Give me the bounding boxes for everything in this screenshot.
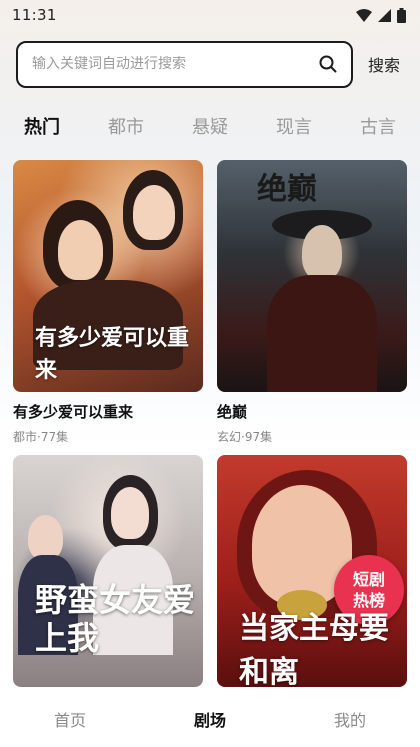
search-button[interactable]: 搜索 <box>368 52 400 76</box>
drama-meta: 玄幻·97集 <box>217 430 273 444</box>
poster-title-art: 绝巅 <box>257 172 317 207</box>
drama-card[interactable]: 有多少爱可以重来 有多少爱可以重来 都市·77集 <box>13 160 203 445</box>
badge-line-1: 短剧 <box>352 570 385 589</box>
poster-figure <box>133 185 175 240</box>
poster-figure <box>302 225 342 280</box>
nav-profile[interactable]: 我的 <box>290 707 410 731</box>
category-tabs: 热门 都市 悬疑 现言 古言 <box>0 108 420 144</box>
tab-hot[interactable]: 热门 <box>24 113 60 139</box>
search-icon[interactable] <box>317 53 339 75</box>
drama-card[interactable]: 短剧 热榜 当家主母要和离 <box>217 455 407 687</box>
status-time: 11:31 <box>12 6 57 24</box>
search-bar: 搜索 <box>0 40 420 88</box>
signal-icon <box>378 8 391 22</box>
drama-poster[interactable]: 野蛮女友爱上我 <box>13 455 203 687</box>
status-bar: 11:31 <box>0 0 420 30</box>
drama-card[interactable]: 野蛮女友爱上我 <box>13 455 203 687</box>
poster-figure <box>111 487 149 539</box>
drama-poster[interactable]: 绝巅 <box>217 160 407 392</box>
bottom-nav: 首页 剧场 我的 <box>0 690 420 747</box>
search-box[interactable] <box>16 40 353 88</box>
search-input[interactable] <box>32 56 317 72</box>
nav-theater[interactable]: 剧场 <box>150 707 270 731</box>
tab-modern-romance[interactable]: 现言 <box>276 113 312 139</box>
poster-title-art: 当家主母要和离 <box>239 611 389 687</box>
drama-grid: 有多少爱可以重来 有多少爱可以重来 都市·77集 绝巅 绝巅 玄幻·97集 野蛮… <box>13 160 407 687</box>
poster-title-art: 野蛮女友爱上我 <box>35 581 196 657</box>
battery-icon <box>397 7 406 23</box>
poster-title-art: 有多少爱可以重来 <box>35 325 190 383</box>
poster-figure <box>267 275 377 392</box>
nav-home[interactable]: 首页 <box>10 707 130 731</box>
drama-title[interactable]: 有多少爱可以重来 <box>13 401 203 422</box>
poster-figure <box>58 220 103 280</box>
tab-urban[interactable]: 都市 <box>108 113 144 139</box>
wifi-icon <box>356 8 372 22</box>
drama-card[interactable]: 绝巅 绝巅 玄幻·97集 <box>217 160 407 445</box>
tab-ancient-romance[interactable]: 古言 <box>360 113 396 139</box>
drama-poster[interactable]: 短剧 热榜 当家主母要和离 <box>217 455 407 687</box>
drama-title[interactable]: 绝巅 <box>217 401 407 422</box>
drama-meta: 都市·77集 <box>13 430 69 444</box>
drama-poster[interactable]: 有多少爱可以重来 <box>13 160 203 392</box>
tab-suspense[interactable]: 悬疑 <box>192 113 228 139</box>
poster-figure <box>28 515 63 560</box>
status-icons <box>356 7 406 23</box>
